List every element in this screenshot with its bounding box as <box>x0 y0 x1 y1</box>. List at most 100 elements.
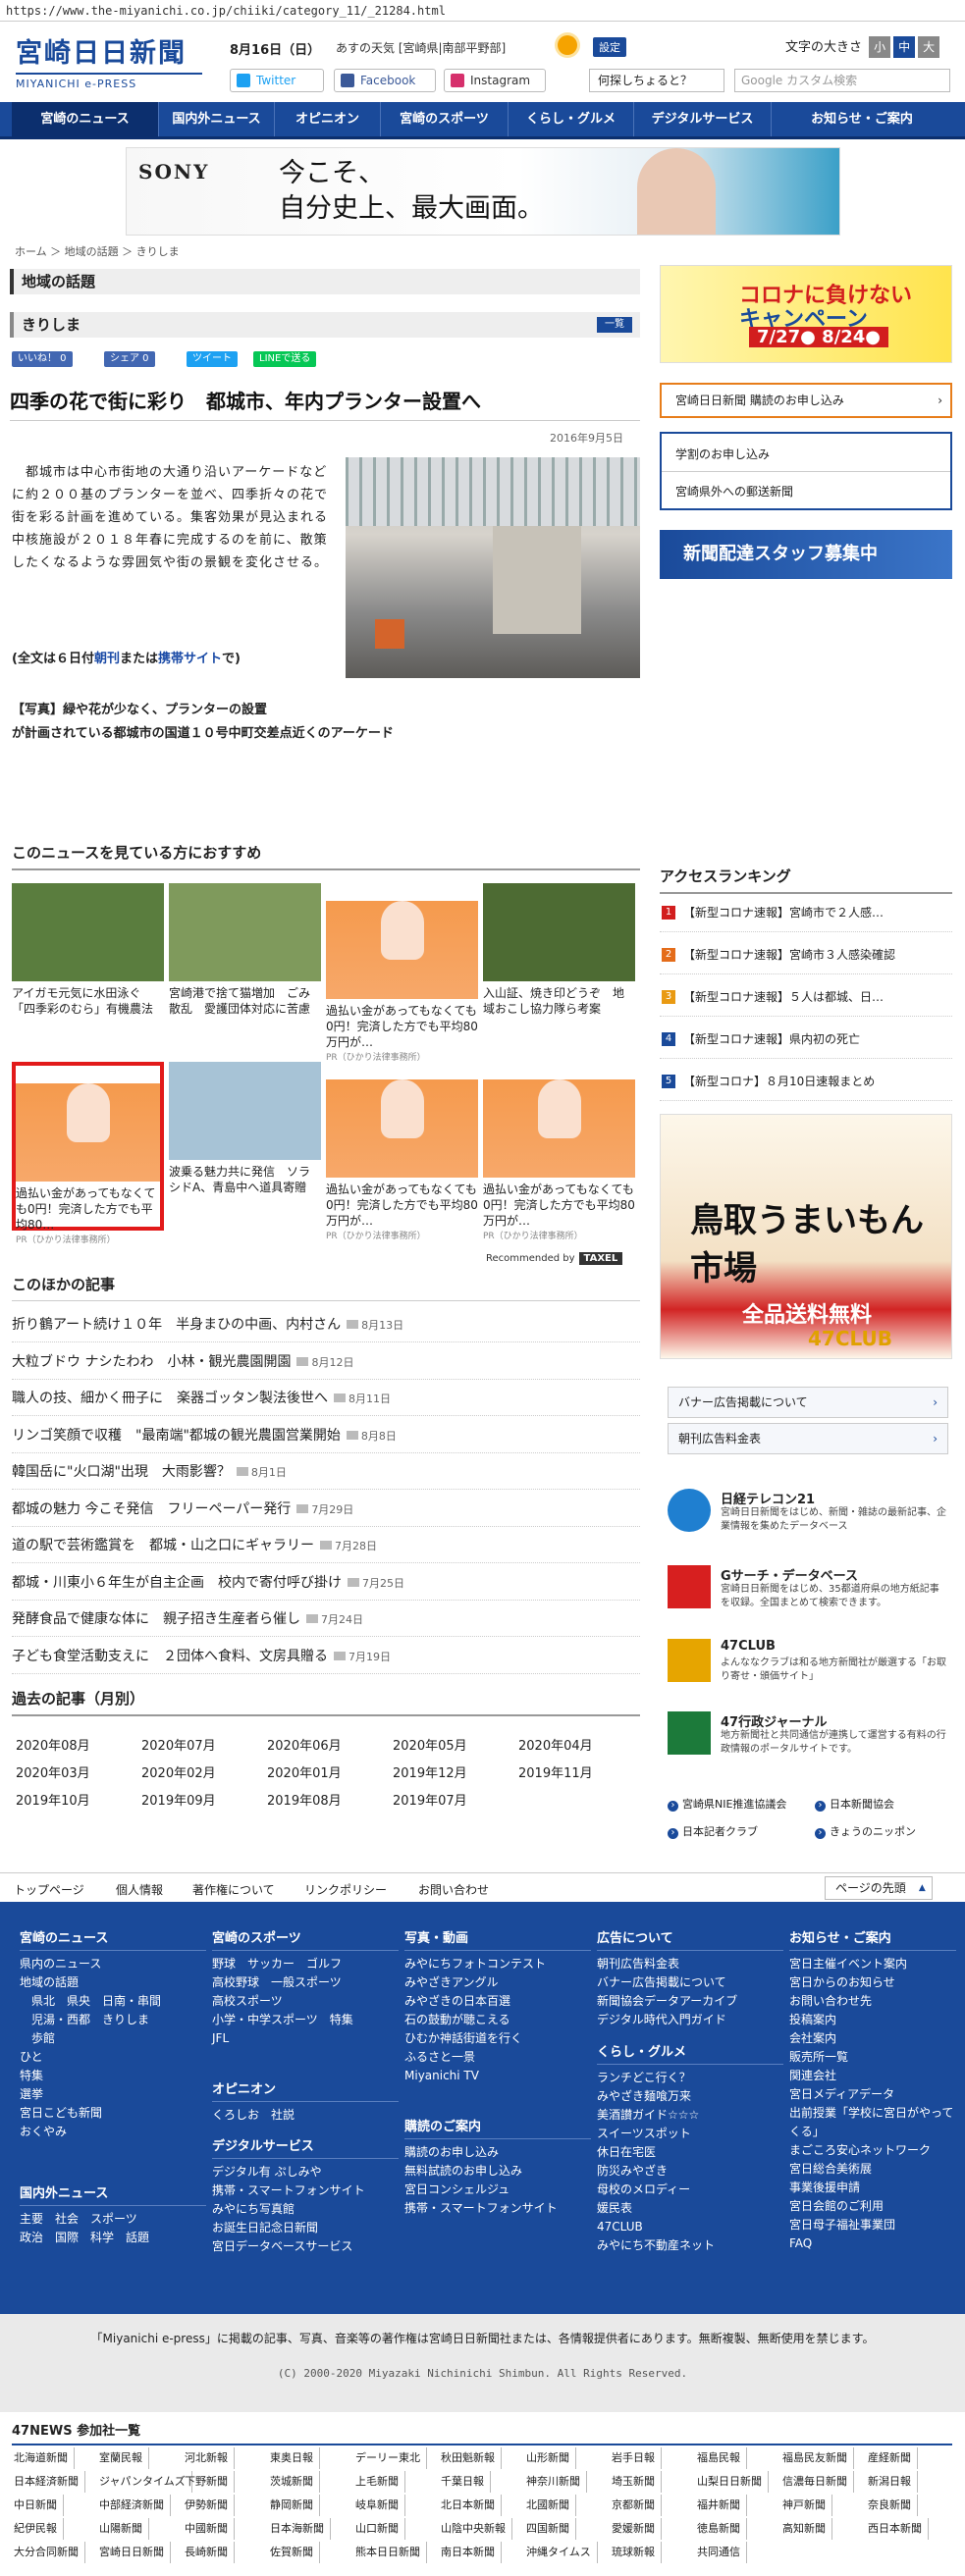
recommend-card[interactable]: 入山証、焼き印どうぞ 地域おこし協力隊ら考案 <box>483 883 635 1040</box>
nav-domestic-news[interactable]: 国内外ニュース <box>159 102 275 136</box>
footer-link[interactable]: 朝刊広告料金表 <box>597 1955 783 1973</box>
staff-recruit-banner[interactable]: 新聞配達スタッフ募集中 <box>660 530 952 579</box>
fb-like-button[interactable]: いいね！ 0 <box>12 351 73 367</box>
service-nikkei-telecom[interactable]: 日経テレコン21 宮崎日日新聞をはじめ、新聞・雑誌の最新記事、企業情報を集めたデー… <box>668 1489 952 1548</box>
footer-link[interactable]: Miyanichi TV <box>404 2067 591 2085</box>
footer-top-link[interactable]: トップページ <box>14 1881 84 1898</box>
nav-digital[interactable]: デジタルサービス <box>634 102 772 136</box>
nav-living[interactable]: くらし・グルメ <box>509 102 634 136</box>
ask-button[interactable]: 何探しちょると？ <box>589 69 724 92</box>
paper-link[interactable]: 紀伊民報 <box>14 2518 64 2540</box>
paper-link[interactable]: 琉球新報 <box>612 2542 662 2563</box>
paper-link[interactable]: 千葉日報 <box>441 2471 491 2493</box>
other-article-title[interactable]: リンゴ笑顔で収穫 "最南端"都城の観光農園営業開始 <box>12 1428 341 1444</box>
page-top-button[interactable]: ページの先頭 <box>825 1876 933 1900</box>
footer-link[interactable]: 高校野球 一般スポーツ <box>212 1973 399 1992</box>
subscribe-button[interactable]: 宮崎日日新聞 購読のお申し込み › <box>660 383 952 418</box>
footer-contact-link[interactable]: お問い合わせ <box>418 1881 489 1898</box>
paper-link[interactable]: 西日本新聞 <box>868 2518 929 2540</box>
service-47gyosei[interactable]: 47行政ジャーナル 地方新聞社と共同通信が連携して運営する有料の行政情報のポータル… <box>668 1711 952 1770</box>
paper-link[interactable]: デーリー東北 <box>355 2447 427 2469</box>
archive-month-link[interactable]: 2020年07月 <box>141 1735 216 1754</box>
ranking-title[interactable]: 【新型コロナ速報】５人は都城、日… <box>683 990 884 1004</box>
footer-link[interactable]: 防災みやざき <box>597 2162 783 2181</box>
font-medium-button[interactable]: 中 <box>893 36 916 58</box>
footer-link[interactable]: みやにち不動産ネット <box>597 2236 783 2255</box>
recommend-card[interactable]: 過払い金があってもなくても0円！完済した方でも平均80万円が… PR（ひかり法律事… <box>326 883 478 1063</box>
recommend-card[interactable]: 波乗る魅力共に発信 ソラシドA、青島中へ道具寄贈 <box>169 1062 321 1219</box>
footer-link[interactable]: 母校のメロディー <box>597 2181 783 2199</box>
footer-link[interactable]: ひむか神話街道を行く <box>404 2029 591 2048</box>
other-article-row[interactable]: 折り鶴アート続け１０年 半身まひの中画、内村さん 8月13日 <box>12 1307 640 1342</box>
footer-link[interactable]: 地域の話題 <box>20 1973 206 1992</box>
footer-link[interactable]: 無料試読のお申し込み <box>404 2162 591 2181</box>
list-button[interactable]: 一覧 <box>597 317 632 333</box>
paper-link[interactable]: 伊勢新聞 <box>185 2495 235 2516</box>
font-small-button[interactable]: 小 <box>869 36 891 58</box>
student-plan-box[interactable]: 学割のお申し込み 宮崎県外への郵送新聞 <box>660 432 952 510</box>
paper-link[interactable]: 日本海新聞 <box>270 2518 331 2540</box>
archive-month-link[interactable]: 2020年04月 <box>518 1735 593 1754</box>
newspaper-assoc-link[interactable]: 日本新聞協会 <box>815 1796 894 1812</box>
footer-link[interactable]: 選挙 <box>20 2085 206 2104</box>
footer-link[interactable]: 県北 県央 日南・串間 <box>20 1992 206 2011</box>
ranking-item[interactable]: 1 【新型コロナ速報】宮崎市で２人感… <box>660 893 952 932</box>
instagram-button[interactable]: Instagram <box>444 69 546 92</box>
recommend-card[interactable]: 宮崎港で捨て猫増加 ごみ散乱 愛護団体対応に苦慮 <box>169 883 321 1040</box>
footer-link[interactable]: 歩館 <box>20 2029 206 2048</box>
paper-link[interactable]: 岐阜新聞 <box>355 2495 405 2516</box>
paper-link[interactable]: 秋田魁新報 <box>441 2447 502 2469</box>
footer-link[interactable]: ランチどこ行く？ <box>597 2069 783 2087</box>
footer-link[interactable]: 高校スポーツ <box>212 1992 399 2011</box>
font-large-button[interactable]: 大 <box>918 36 940 58</box>
ranking-title[interactable]: 【新型コロナ速報】宮崎市で２人感… <box>683 906 884 920</box>
footer-link[interactable]: 小学・中学スポーツ 特集 <box>212 2011 399 2029</box>
footer-link[interactable]: おくやみ <box>20 2123 206 2141</box>
footer-linkpolicy-link[interactable]: リンクポリシー <box>304 1881 387 1898</box>
footer-link[interactable]: 野球 サッカー ゴルフ <box>212 1955 399 1973</box>
footer-link[interactable]: FAQ <box>789 2234 956 2253</box>
footer-link[interactable]: 美酒讃ガイド☆☆☆ <box>597 2106 783 2125</box>
footer-link[interactable]: 販売所一覧 <box>789 2048 956 2067</box>
paper-link[interactable]: 北日本新聞 <box>441 2495 502 2516</box>
other-article-row[interactable]: 職人の技、細かく冊子に 楽器ゴッタン製法後世へ 8月11日 <box>12 1381 640 1416</box>
footer-privacy-link[interactable]: 個人情報 <box>116 1881 163 1898</box>
footer-link[interactable]: みやざき麺喰万来 <box>597 2087 783 2106</box>
ranking-title[interactable]: 【新型コロナ速報】県内初の死亡 <box>683 1032 860 1046</box>
paper-link[interactable]: 新潟日報 <box>868 2471 918 2493</box>
student-plan-link[interactable]: 学割のお申し込み <box>675 446 770 462</box>
tottori-ad-banner[interactable]: 鳥取うまいもん市場 全品送料無料 47CLUB <box>660 1114 952 1359</box>
footer-link[interactable]: 47CLUB <box>597 2218 783 2236</box>
other-article-row[interactable]: 発酵食品で健康な体に 親子招き生産者ら催し 7月24日 <box>12 1602 640 1637</box>
service-47club[interactable]: 47CLUB よんななクラブは和る地方新聞社が厳選する「お取り寄せ・頒価サイト」 <box>668 1639 952 1698</box>
footer-link[interactable]: 携帯・スマートフォンサイト <box>404 2199 591 2218</box>
footer-link[interactable]: 宮日主催イベント案内 <box>789 1955 956 1973</box>
corona-campaign-banner[interactable]: コロナに負けない キャンペーン 7/27● 8/24● <box>660 265 952 363</box>
footer-link[interactable]: みやにちフォトコンテスト <box>404 1955 591 1973</box>
url-bar[interactable]: https://www.the-miyanichi.co.jp/chiiki/c… <box>0 0 965 22</box>
other-article-row[interactable]: 大粒ブドウ ナシたわわ 小林・観光農園開園 8月12日 <box>12 1344 640 1380</box>
other-article-title[interactable]: 大粒ブドウ ナシたわわ 小林・観光農園開園 <box>12 1354 291 1370</box>
footer-link[interactable]: 特集 <box>20 2067 206 2085</box>
paper-link[interactable]: 信濃毎日新聞 <box>782 2471 854 2493</box>
other-article-row[interactable]: 都城の魅力 今こそ発信 フリーペーパー発行 7月29日 <box>12 1492 640 1527</box>
paper-link[interactable]: 奈良新聞 <box>868 2495 918 2516</box>
footer-link[interactable]: 児湯・西都 きりしま <box>20 2011 206 2029</box>
footer-link[interactable]: 媛民表 <box>597 2199 783 2218</box>
paper-link[interactable]: 室蘭民報 <box>99 2447 149 2469</box>
other-article-title[interactable]: 職人の技、細かく冊子に 楽器ゴッタン製法後世へ <box>12 1391 328 1406</box>
paper-link[interactable]: 山梨日日新聞 <box>697 2471 769 2493</box>
other-article-row[interactable]: 韓国岳に"火口湖"出現 大雨影響？ 8月1日 <box>12 1454 640 1490</box>
footer-link[interactable]: 宮日総合美術展 <box>789 2160 956 2179</box>
other-article-title[interactable]: 都城・川東小６年生が自主企画 校内で寄付呼び掛け <box>12 1575 342 1591</box>
paper-link[interactable]: 北國新聞 <box>526 2495 576 2516</box>
paper-link[interactable]: 北海道新聞 <box>14 2447 75 2469</box>
fb-share-button[interactable]: シェア 0 <box>104 351 155 367</box>
footer-link[interactable]: みやざきの日本百選 <box>404 1992 591 2011</box>
other-article-title[interactable]: 発酵食品で健康な体に 親子招き生産者ら催し <box>12 1611 300 1627</box>
footer-link[interactable]: 石の鼓動が聴こえる <box>404 2011 591 2029</box>
paper-link[interactable]: 佐賀新聞 <box>270 2542 320 2563</box>
paper-link[interactable]: 日本経済新聞 <box>14 2471 85 2493</box>
search-input[interactable]: Google カスタム検索 <box>734 69 950 92</box>
footer-link[interactable]: お誕生日記念日新聞 <box>212 2219 399 2237</box>
